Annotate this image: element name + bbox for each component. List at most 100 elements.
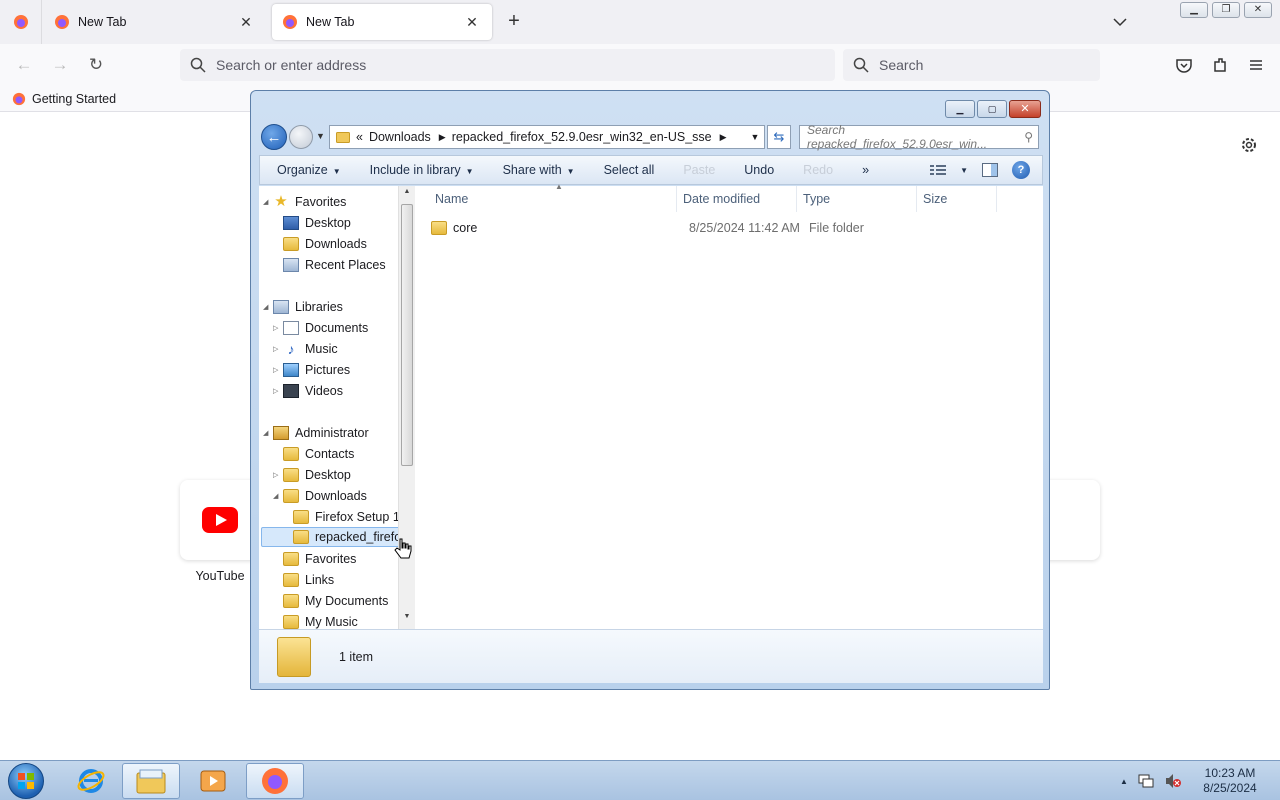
breadcrumb-current-folder[interactable]: repacked_firefox_52.9.0esr_win32_en-US_s… [452, 130, 712, 144]
file-row[interactable]: core 8/25/2024 11:42 AM File folder [415, 217, 1043, 239]
forward-arrow-icon[interactable]: → [48, 54, 72, 76]
explorer-search-input[interactable]: Search repacked_firefox_52.9.0esr_win...… [799, 123, 1039, 151]
change-view-icon[interactable] [930, 164, 947, 176]
tree-item-favorites[interactable]: ◢ ★ Favorites [263, 192, 346, 212]
include-in-library-button[interactable]: Include in library ▼ [353, 163, 486, 177]
tree-item-desktop-admin[interactable]: ▷ Desktop [273, 465, 351, 485]
expand-icon[interactable]: ▷ [273, 345, 283, 353]
share-with-button[interactable]: Share with ▼ [486, 163, 587, 177]
minimize-button[interactable]: ▁ [1180, 2, 1208, 18]
scrollbar-thumb[interactable] [401, 204, 413, 466]
organize-button[interactable]: Organize ▼ [260, 163, 353, 177]
preview-pane-icon[interactable] [982, 163, 998, 177]
taskbar-media-player[interactable] [184, 763, 242, 799]
undo-label: Undo [744, 163, 775, 177]
menu-hamburger-icon[interactable] [1245, 54, 1267, 76]
tree-item-links[interactable]: Links [273, 570, 334, 590]
taskbar-firefox[interactable] [246, 763, 304, 799]
tree-item-videos[interactable]: ▷ Videos [273, 381, 343, 401]
tab-new-tab-1[interactable]: New Tab ✕ [44, 4, 266, 40]
collapse-icon[interactable]: ◢ [263, 303, 273, 311]
tree-item-favorites-admin[interactable]: Favorites [273, 549, 356, 569]
collapse-icon[interactable]: ◢ [263, 198, 273, 206]
taskbar-windows-explorer[interactable] [122, 763, 180, 799]
reload-icon[interactable]: ↻ [84, 54, 108, 76]
tree-item-my-documents[interactable]: My Documents [273, 591, 388, 611]
file-list-pane: ▲ Name Date modified Type Size core 8/25… [415, 182, 1043, 629]
tree-label: Downloads [305, 237, 367, 251]
pocket-icon[interactable] [1173, 54, 1195, 76]
youtube-shortcut-tile[interactable] [180, 480, 260, 560]
undo-button[interactable]: Undo [727, 163, 786, 177]
breadcrumb[interactable]: « Downloads ▶ repacked_firefox_52.9.0esr… [329, 125, 765, 149]
bookmark-getting-started[interactable]: Getting Started [32, 92, 116, 106]
close-tab-icon[interactable]: ✕ [462, 12, 482, 32]
forward-arrow-icon[interactable] [289, 125, 313, 149]
address-bar[interactable]: Search or enter address [180, 49, 835, 81]
collapse-icon[interactable]: ◢ [273, 492, 283, 500]
navigation-pane-scrollbar[interactable]: ▲ ▼ [398, 186, 415, 629]
tree-item-repacked-firefox[interactable]: repacked_firefo [261, 527, 411, 547]
show-hidden-icons-icon[interactable]: ▲ [1120, 777, 1128, 786]
gear-icon[interactable] [1239, 135, 1259, 155]
clock[interactable]: 10:23 AM 8/25/2024 [1190, 766, 1270, 796]
select-all-button[interactable]: Select all [587, 163, 667, 177]
maximize-button[interactable]: ▢ [977, 100, 1007, 118]
tab-new-tab-2[interactable]: New Tab ✕ [272, 4, 492, 40]
breadcrumb-downloads[interactable]: Downloads [369, 130, 431, 144]
scroll-down-icon[interactable]: ▼ [399, 613, 415, 627]
back-arrow-icon[interactable]: ← [261, 124, 287, 150]
tree-item-my-music[interactable]: My Music [273, 612, 358, 629]
tree-item-desktop[interactable]: Desktop [273, 213, 351, 233]
minimize-button[interactable]: ▁ [945, 100, 975, 118]
tree-item-pictures[interactable]: ▷ Pictures [273, 360, 350, 380]
back-arrow-icon[interactable]: ← [12, 54, 36, 76]
expand-icon[interactable]: ▷ [273, 366, 283, 374]
search-bar[interactable]: Search [843, 49, 1100, 81]
taskbar-internet-explorer[interactable] [62, 763, 120, 799]
tree-item-libraries[interactable]: ◢ Libraries [263, 297, 343, 317]
breadcrumb-arrow-icon[interactable]: ▶ [720, 132, 727, 143]
firefox-icon [262, 768, 288, 794]
tree-item-contacts[interactable]: Contacts [273, 444, 354, 464]
tree-item-downloads[interactable]: Downloads [273, 234, 367, 254]
extensions-icon[interactable] [1209, 54, 1231, 76]
view-options-chevron-icon[interactable]: ▼ [960, 166, 968, 175]
tree-item-firefox-setup[interactable]: Firefox Setup 1: [283, 507, 403, 527]
tree-item-recent-places[interactable]: Recent Places [273, 255, 386, 275]
scroll-up-icon[interactable]: ▲ [399, 188, 415, 202]
more-commands-button[interactable]: » [845, 163, 881, 177]
column-header-name[interactable]: Name [415, 186, 677, 212]
tree-item-downloads-admin[interactable]: ◢ Downloads [273, 486, 367, 506]
redo-button[interactable]: Redo [786, 163, 845, 177]
close-tab-icon[interactable]: ✕ [236, 12, 256, 32]
expand-icon[interactable]: ▷ [273, 324, 283, 332]
tree-item-music[interactable]: ▷ ♪ Music [273, 339, 338, 359]
column-header-date-modified[interactable]: Date modified [677, 186, 797, 212]
start-button[interactable] [8, 763, 44, 799]
breadcrumb-arrow-icon[interactable]: ▶ [439, 132, 446, 143]
tree-label: Favorites [295, 195, 347, 209]
close-window-button[interactable]: ✕ [1244, 2, 1272, 18]
firefox-view-button[interactable] [0, 0, 42, 44]
new-tab-plus-icon[interactable]: + [503, 11, 525, 33]
volume-muted-icon[interactable] [1164, 773, 1182, 789]
collapse-icon[interactable]: ◢ [263, 429, 273, 437]
restore-button[interactable]: ❐ [1212, 2, 1240, 18]
recent-pages-dropdown-icon[interactable]: ▼ [316, 131, 325, 141]
column-header-size[interactable]: Size [917, 186, 997, 212]
chevron-down-icon[interactable] [1110, 12, 1130, 32]
tree-item-administrator[interactable]: ◢ Administrator [263, 423, 369, 443]
refresh-icon[interactable]: ⇆ [767, 125, 791, 149]
expand-icon[interactable]: ▷ [273, 387, 283, 395]
column-header-type[interactable]: Type [797, 186, 917, 212]
firefox-icon [12, 92, 26, 105]
close-window-button[interactable]: ✕ [1009, 100, 1041, 118]
chevron-down-icon[interactable]: ▼ [746, 132, 764, 142]
tree-item-documents[interactable]: ▷ Documents [273, 318, 368, 338]
paste-button[interactable]: Paste [666, 163, 727, 177]
breadcrumb-overflow[interactable]: « [356, 130, 363, 144]
expand-icon[interactable]: ▷ [273, 471, 283, 479]
help-icon[interactable]: ? [1012, 161, 1030, 179]
action-center-flag-icon[interactable] [1138, 774, 1154, 788]
